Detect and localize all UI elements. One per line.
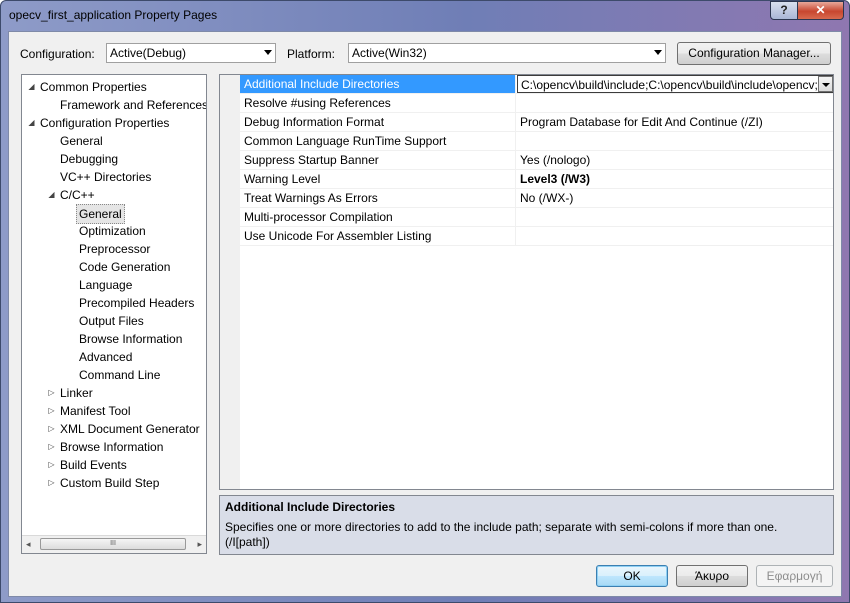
tree-item[interactable]: Precompiled Headers — [79, 294, 194, 312]
collapsed-arrow-icon[interactable]: ▷ — [47, 424, 56, 433]
property-value-editor[interactable]: C:\opencv\build\include;C:\opencv\build\… — [517, 75, 833, 93]
tree-item[interactable]: Custom Build Step — [60, 474, 159, 492]
expanded-arrow-icon[interactable]: ◢ — [27, 82, 36, 91]
tree-item[interactable]: Debugging — [60, 150, 118, 168]
tree-item[interactable]: Framework and References — [60, 96, 206, 114]
description-title: Additional Include Directories — [225, 500, 396, 514]
collapsed-arrow-icon[interactable]: ▷ — [47, 442, 56, 451]
description-switch: (/I[path]) — [225, 535, 270, 549]
property-name: Multi-processor Compilation — [240, 208, 516, 226]
description-text: Specifies one or more directories to add… — [225, 520, 778, 534]
configuration-value: Active(Debug) — [110, 46, 187, 60]
tree-item[interactable]: Manifest Tool — [60, 402, 130, 420]
tree-item[interactable]: Output Files — [79, 312, 144, 330]
property-name: Suppress Startup Banner — [240, 151, 516, 169]
title-bar[interactable]: opecv_first_application Property Pages ?… — [1, 1, 849, 31]
property-row[interactable]: Treat Warnings As Errors No (/WX-) — [240, 189, 833, 208]
property-value-text: C:\opencv\build\include;C:\opencv\build\… — [521, 78, 833, 92]
tree-horizontal-scrollbar[interactable]: ◂ III ▸ — [22, 535, 206, 553]
close-button[interactable]: ✕ — [797, 1, 844, 20]
property-value — [517, 208, 833, 226]
tree-item[interactable]: Common Properties — [40, 78, 147, 96]
expanded-arrow-icon[interactable]: ◢ — [47, 190, 56, 199]
property-value — [517, 132, 833, 150]
property-name: Warning Level — [240, 170, 516, 188]
property-name: Resolve #using References — [240, 94, 516, 112]
property-tree[interactable]: ◂ III ▸ ◢ Common Properties Framework and … — [21, 74, 207, 554]
dropdown-arrow-icon[interactable] — [818, 76, 833, 92]
tree-item[interactable]: VC++ Directories — [60, 168, 151, 186]
tree-item[interactable]: Build Events — [60, 456, 127, 474]
tree-item[interactable]: General — [60, 132, 103, 150]
scroll-thumb[interactable]: III — [40, 538, 186, 550]
platform-value: Active(Win32) — [352, 46, 427, 60]
tree-item[interactable]: Preprocessor — [79, 240, 150, 258]
property-value — [517, 94, 833, 112]
property-name: Use Unicode For Assembler Listing — [240, 227, 516, 245]
description-panel: Additional Include Directories Specifies… — [219, 495, 834, 555]
tree-item[interactable]: Command Line — [79, 366, 160, 384]
property-value-text: No (/WX-) — [520, 191, 574, 205]
property-row[interactable]: Use Unicode For Assembler Listing — [240, 227, 833, 246]
scroll-right-icon[interactable]: ▸ — [197, 539, 202, 550]
property-value: Yes (/nologo) — [517, 151, 833, 169]
configuration-manager-button[interactable]: Configuration Manager... — [677, 42, 831, 65]
property-row[interactable]: Suppress Startup Banner Yes (/nologo) — [240, 151, 833, 170]
property-value: No (/WX-) — [517, 189, 833, 207]
property-value: Program Database for Edit And Continue (… — [517, 113, 833, 131]
property-grid[interactable]: Additional Include Directories C:\opencv\… — [219, 74, 834, 490]
collapsed-arrow-icon[interactable]: ▷ — [47, 388, 56, 397]
tree-item[interactable]: Linker — [60, 384, 93, 402]
tree-item[interactable]: General — [76, 204, 125, 224]
tree-item[interactable]: Code Generation — [79, 258, 170, 276]
collapsed-arrow-icon[interactable]: ▷ — [47, 406, 56, 415]
property-row[interactable]: Additional Include Directories C:\opencv\… — [240, 75, 833, 94]
property-row[interactable]: Debug Information Format Program Database… — [240, 113, 833, 132]
property-pages-window: opecv_first_application Property Pages ?… — [0, 0, 850, 603]
ok-button[interactable]: OK — [596, 565, 668, 587]
cancel-button[interactable]: Άκυρο — [676, 565, 748, 587]
property-row[interactable]: Resolve #using References — [240, 94, 833, 113]
property-value: Level3 (/W3) — [517, 170, 833, 188]
property-row[interactable]: Common Language RunTime Support — [240, 132, 833, 151]
dialog-client-area: Configuration: Active(Debug) Platform: A… — [8, 31, 842, 597]
platform-dropdown[interactable]: Active(Win32) — [348, 43, 666, 63]
apply-button[interactable]: Εφαρμογή — [756, 565, 833, 587]
platform-label: Platform: — [287, 47, 336, 61]
scroll-left-icon[interactable]: ◂ — [26, 539, 31, 550]
tree-item[interactable]: Browse Information — [60, 438, 163, 456]
tree-item[interactable]: Browse Information — [79, 330, 182, 348]
property-value-text: Level3 (/W3) — [520, 172, 591, 186]
tree-item[interactable]: Advanced — [79, 348, 132, 366]
collapsed-arrow-icon[interactable]: ▷ — [47, 478, 56, 487]
tree-item[interactable]: Optimization — [79, 222, 146, 240]
expanded-arrow-icon[interactable]: ◢ — [27, 118, 36, 127]
grid-gutter — [220, 75, 240, 489]
collapsed-arrow-icon[interactable]: ▷ — [47, 460, 56, 469]
window-title: opecv_first_application Property Pages — [9, 8, 218, 22]
property-row[interactable]: Warning Level Level3 (/W3) — [240, 170, 833, 189]
configuration-dropdown[interactable]: Active(Debug) — [106, 43, 276, 63]
property-name: Treat Warnings As Errors — [240, 189, 516, 207]
property-value-text: Yes (/nologo) — [520, 153, 591, 167]
chevron-down-icon — [264, 50, 272, 55]
property-value-text: Program Database for Edit And Continue (… — [520, 115, 763, 129]
tree-item[interactable]: XML Document Generator — [60, 420, 200, 438]
configuration-label: Configuration: — [20, 47, 95, 61]
tree-item[interactable]: Configuration Properties — [40, 114, 169, 132]
property-name: Additional Include Directories — [240, 75, 516, 93]
tree-item[interactable]: C/C++ — [60, 186, 95, 204]
chevron-down-icon — [654, 50, 662, 55]
property-value — [517, 227, 833, 245]
property-name: Common Language RunTime Support — [240, 132, 516, 150]
tree-item[interactable]: Language — [79, 276, 132, 294]
property-row[interactable]: Multi-processor Compilation — [240, 208, 833, 227]
property-name: Debug Information Format — [240, 113, 516, 131]
help-button[interactable]: ? — [770, 1, 798, 20]
